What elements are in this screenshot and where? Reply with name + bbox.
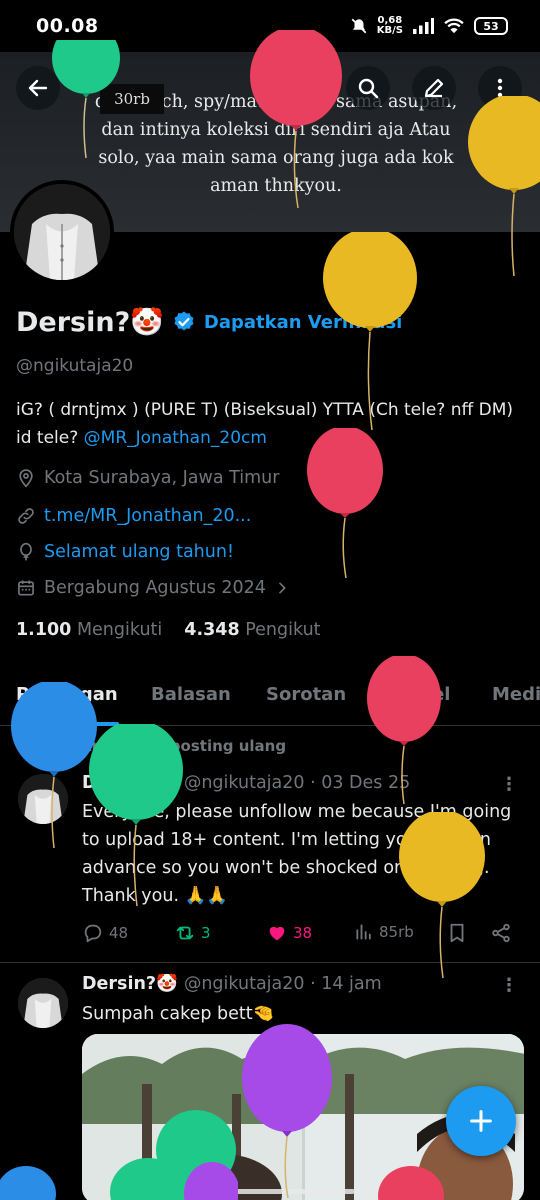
ban-circle-icon xyxy=(290,78,310,98)
website-row: t.me/MR_Jonathan_20... xyxy=(16,506,251,526)
avatar-photo xyxy=(18,774,68,824)
link-icon xyxy=(18,508,34,524)
pencil-icon xyxy=(424,78,444,98)
post-more-icon[interactable]: ⋮ xyxy=(500,774,518,795)
like-button[interactable]: 38 xyxy=(266,922,312,944)
search-button[interactable] xyxy=(346,66,390,110)
wifi-icon xyxy=(444,18,464,34)
home-indicator xyxy=(185,1189,355,1194)
post-more-icon[interactable]: ⋮ xyxy=(500,975,518,996)
profile-bio: iG? ( drntjmx ) (PURE T) (Biseksual) YTT… xyxy=(16,396,516,452)
reply-button[interactable]: 48 xyxy=(82,922,128,944)
repost-note: Anda memposting ulang xyxy=(48,737,286,755)
profile-tabs: Postingan Balasan Sorotan Artikel Media xyxy=(0,674,540,726)
post-header: Dersin?🤡 @ngikutaja20 · 03 Des 25 xyxy=(82,773,410,793)
edit-button[interactable] xyxy=(412,66,456,110)
location-text: Kota Surabaya, Jawa Timur xyxy=(44,468,280,488)
share-icon xyxy=(492,923,510,943)
bookmark-button[interactable] xyxy=(446,922,468,944)
tab-highlights[interactable]: Sorotan xyxy=(266,684,346,705)
post-handle-time: @ngikutaja20 · 03 Des 25 xyxy=(183,773,411,793)
get-verified-link[interactable]: Dapatkan Verifikasi xyxy=(204,312,402,333)
profile-handle: @ngikutaja20 xyxy=(16,356,134,376)
arrow-left-icon xyxy=(28,79,48,97)
birthday-row: Selamat ulang tahun! xyxy=(16,542,234,562)
active-tab-indicator xyxy=(16,722,119,726)
tab-replies[interactable]: Balasan xyxy=(151,684,231,705)
bio-mention-link[interactable]: @MR_Jonathan_20cm xyxy=(84,428,267,448)
repost-button[interactable]: 3 xyxy=(174,922,211,944)
banner-tag: 30rb xyxy=(100,84,164,114)
following-link[interactable]: 1.100 Mengikuti xyxy=(16,620,162,640)
birthday-link[interactable]: Selamat ulang tahun! xyxy=(44,542,234,562)
battery-indicator: 53 xyxy=(474,17,508,35)
translate-button[interactable] xyxy=(278,66,322,110)
bookmark-icon xyxy=(450,923,464,943)
photo-trees xyxy=(82,1034,302,1200)
plus-icon xyxy=(470,1110,492,1132)
post-avatar[interactable] xyxy=(18,774,68,824)
post-avatar[interactable] xyxy=(18,978,68,1028)
balloon-icon xyxy=(20,542,32,561)
post-text: Everyone, please unfollow me because I'm… xyxy=(82,802,512,906)
verified-badge-icon xyxy=(174,311,194,331)
follow-stats: 1.100 Mengikuti 4.348 Pengikut xyxy=(16,620,321,640)
tab-media[interactable]: Media xyxy=(492,684,540,705)
repost-icon xyxy=(176,926,194,940)
post-author-name[interactable]: Dersin?🤡 xyxy=(82,773,178,793)
tab-posts[interactable]: Postingan xyxy=(16,684,118,705)
post-author-name[interactable]: Dersin?🤡 xyxy=(82,974,178,994)
calendar-icon xyxy=(18,580,34,596)
compose-button[interactable] xyxy=(446,1086,516,1156)
share-button[interactable] xyxy=(490,922,512,944)
website-link[interactable]: t.me/MR_Jonathan_20... xyxy=(44,506,251,526)
tab-articles[interactable]: Artikel xyxy=(383,684,450,705)
followers-link[interactable]: 4.348 Pengikut xyxy=(184,620,320,640)
profile-avatar[interactable] xyxy=(10,180,114,284)
location-pin-icon xyxy=(19,469,33,488)
views-button[interactable]: 85rb xyxy=(354,922,414,942)
heart-filled-icon xyxy=(269,926,285,941)
status-bar: 00.08 0,68 KB/S 53 xyxy=(0,0,540,52)
signal-icon xyxy=(413,18,434,34)
repost-small-icon xyxy=(50,740,64,752)
post-text: Sumpah cakep bett🤏 xyxy=(82,1004,275,1024)
joined-text: Bergabung Agustus 2024 xyxy=(44,578,266,598)
balloon-blue xyxy=(0,1166,56,1200)
avatar-photo xyxy=(14,184,110,280)
back-button[interactable] xyxy=(16,66,60,110)
joined-row[interactable]: Bergabung Agustus 2024 xyxy=(16,578,290,598)
avatar-photo xyxy=(18,978,68,1028)
more-vertical-icon xyxy=(497,78,503,98)
display-name: Dersin?🤡 xyxy=(16,307,164,338)
more-button[interactable] xyxy=(478,66,522,110)
reply-icon xyxy=(84,924,102,943)
post-handle-time: @ngikutaja20 · 14 jam xyxy=(183,974,382,994)
post-divider xyxy=(0,962,540,963)
views-chart-icon xyxy=(356,924,371,940)
post-actions: 48 3 38 85rb xyxy=(82,922,522,950)
mute-bell-icon xyxy=(351,18,367,34)
net-speed: 0,68 KB/S xyxy=(376,15,403,36)
location-row: Kota Surabaya, Jawa Timur xyxy=(16,468,279,488)
chevron-right-icon xyxy=(279,582,286,594)
clock: 00.08 xyxy=(36,15,99,37)
post-header: Dersin?🤡 @ngikutaja20 · 14 jam xyxy=(82,974,382,994)
name-row: Dersin?🤡 Dapatkan Verifikasi xyxy=(16,306,402,338)
status-icons: 0,68 KB/S 53 xyxy=(350,16,508,36)
search-icon xyxy=(358,78,379,99)
media-image-1[interactable] xyxy=(82,1034,302,1200)
